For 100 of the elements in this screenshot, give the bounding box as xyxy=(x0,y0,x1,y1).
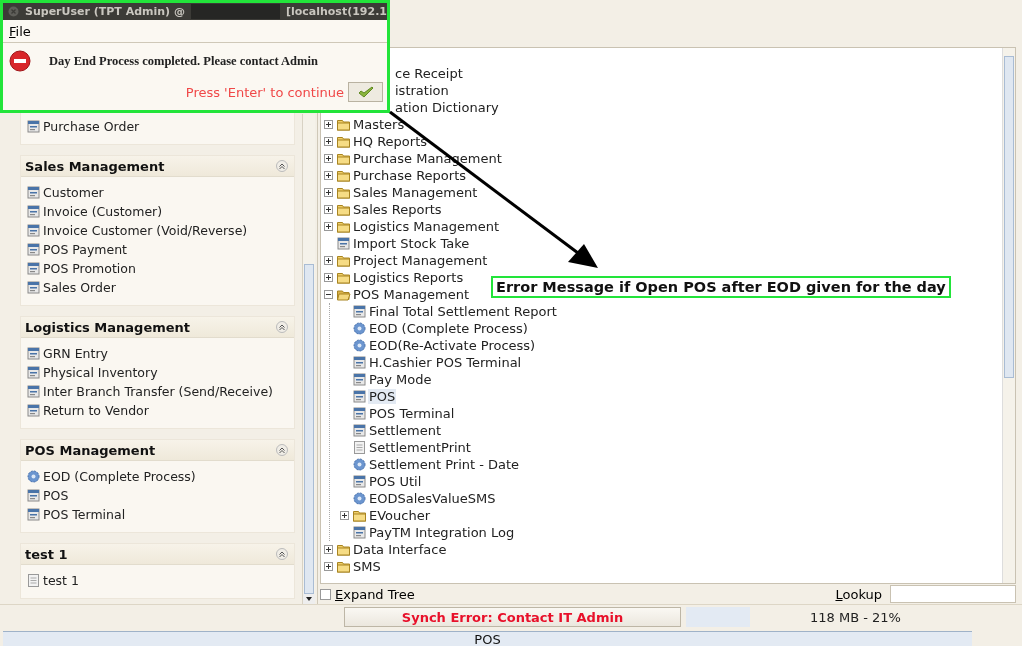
menu-item[interactable]: POS Payment xyxy=(43,242,127,257)
annotation-note: Error Message if Open POS after EOD given for the day xyxy=(491,276,951,298)
document-icon xyxy=(353,441,366,454)
folder-icon xyxy=(337,220,351,233)
form-icon xyxy=(353,475,366,488)
menu-item[interactable]: Invoice (Customer) xyxy=(43,204,163,219)
tree-item[interactable]: EOD(Re-Activate Process) xyxy=(368,338,537,353)
tree-item[interactable]: SMS xyxy=(352,559,382,574)
expand-icon[interactable] xyxy=(324,120,333,129)
form-icon xyxy=(27,404,40,417)
tree-item[interactable]: Settlement xyxy=(368,423,443,438)
tree-item[interactable]: Masters xyxy=(352,117,406,132)
menu-item[interactable]: POS Promotion xyxy=(43,261,136,276)
tree-item[interactable]: POS Terminal xyxy=(368,406,456,421)
scrollbar[interactable] xyxy=(1002,48,1015,583)
tree-item[interactable]: Purchase Reports xyxy=(352,168,468,183)
tree-item[interactable]: POS Management xyxy=(352,287,471,302)
tree-item[interactable]: Logistics Reports xyxy=(352,270,465,285)
menu-item[interactable]: EOD (Complete Process) xyxy=(43,469,196,484)
expand-icon[interactable] xyxy=(340,511,349,520)
expand-icon[interactable] xyxy=(324,205,333,214)
tree-item[interactable]: POS xyxy=(368,389,397,404)
form-icon xyxy=(353,526,366,539)
tree-item[interactable]: istration xyxy=(394,83,450,98)
form-icon xyxy=(27,262,40,275)
menu-item[interactable]: POS xyxy=(43,488,69,503)
tree-item[interactable]: Import Stock Take xyxy=(352,236,471,251)
collapse-icon[interactable] xyxy=(276,444,288,456)
gear-icon xyxy=(27,470,40,483)
section-header[interactable]: test 1 xyxy=(21,544,294,565)
expand-icon[interactable] xyxy=(324,545,333,554)
collapse-icon[interactable] xyxy=(276,160,288,172)
tree-item[interactable]: Pay Mode xyxy=(368,372,433,387)
expand-icon[interactable] xyxy=(324,188,333,197)
expand-icon[interactable] xyxy=(324,222,333,231)
check-icon xyxy=(356,85,375,99)
tree-item[interactable]: PayTM Integration Log xyxy=(368,525,516,540)
tree-item[interactable]: Logistics Management xyxy=(352,219,500,234)
expand-icon[interactable] xyxy=(324,154,333,163)
menu-item[interactable]: File xyxy=(9,23,31,39)
menu-item[interactable]: Purchase Order xyxy=(43,119,140,134)
tree-item[interactable]: EVoucher xyxy=(368,508,432,523)
expand-icon[interactable] xyxy=(324,562,333,571)
form-icon xyxy=(27,205,40,218)
ok-button[interactable] xyxy=(348,82,383,102)
scroll-down-icon[interactable] xyxy=(303,594,315,604)
menu-item[interactable]: POS Terminal xyxy=(43,507,126,522)
expand-icon[interactable] xyxy=(324,273,333,282)
tree-item[interactable]: HQ Reports xyxy=(352,134,428,149)
lookup-field[interactable] xyxy=(890,585,1016,603)
tree-item[interactable]: POS Util xyxy=(368,474,423,489)
section-header[interactable]: Logistics Management xyxy=(21,317,294,338)
tree-item[interactable]: Sales Reports xyxy=(352,202,443,217)
menu-item[interactable]: Inter Branch Transfer (Send/Receive) xyxy=(43,384,273,399)
tree-item[interactable]: Project Management xyxy=(352,253,489,268)
collapse-icon[interactable] xyxy=(324,290,333,299)
menu-item[interactable]: test 1 xyxy=(43,573,79,588)
menu-item[interactable]: Physical Inventory xyxy=(43,365,158,380)
menu-item[interactable]: Invoice Customer (Void/Reverse) xyxy=(43,223,248,238)
tree-item[interactable]: SettlementPrint xyxy=(368,440,472,455)
folder-icon xyxy=(337,118,351,131)
sync-status-button[interactable]: Synch Error: Contact IT Admin xyxy=(344,607,681,627)
tree-item[interactable]: Settlement Print - Date xyxy=(368,457,521,472)
expand-icon[interactable] xyxy=(324,256,333,265)
collapse-icon[interactable] xyxy=(276,548,288,560)
collapse-icon[interactable] xyxy=(276,321,288,333)
scroll-thumb[interactable] xyxy=(1004,56,1014,378)
checkbox-label[interactable]: Expand Tree xyxy=(335,586,415,602)
section-header[interactable]: Sales Management xyxy=(21,156,294,177)
form-icon xyxy=(353,390,366,403)
form-icon xyxy=(353,373,366,386)
folder-icon xyxy=(337,254,351,267)
expand-icon[interactable] xyxy=(324,171,333,180)
tree-item[interactable]: Data Interface xyxy=(352,542,448,557)
gear-icon xyxy=(353,458,366,471)
tree-item[interactable]: EODSalesValueSMS xyxy=(368,491,497,506)
menu-item[interactable]: Customer xyxy=(43,185,104,200)
folder-icon xyxy=(353,509,367,522)
folder-icon xyxy=(337,169,351,182)
scroll-thumb[interactable] xyxy=(304,264,314,594)
form-icon xyxy=(27,366,40,379)
folder-icon xyxy=(337,203,351,216)
menu-item[interactable]: Sales Order xyxy=(43,280,116,295)
tree-item[interactable]: Final Total Settlement Report xyxy=(368,304,558,319)
form-icon xyxy=(27,281,40,294)
form-icon xyxy=(27,489,40,502)
menu-item[interactable]: GRN Entry xyxy=(43,346,108,361)
tree-item[interactable]: ation Dictionary xyxy=(394,100,500,115)
menu-item[interactable]: Return to Vendor xyxy=(43,403,149,418)
tree-item[interactable]: Sales Management xyxy=(352,185,479,200)
section-header[interactable]: POS Management xyxy=(21,440,294,461)
checkbox[interactable] xyxy=(320,588,331,600)
gear-icon xyxy=(353,322,366,335)
form-icon xyxy=(337,237,350,250)
scrollbar[interactable] xyxy=(302,114,315,604)
tree-item[interactable]: ce Receipt xyxy=(394,66,464,81)
tree-item[interactable]: H.Cashier POS Terminal xyxy=(368,355,523,370)
expand-icon[interactable] xyxy=(324,137,333,146)
gear-icon xyxy=(353,492,366,505)
tree-item[interactable]: EOD (Complete Process) xyxy=(368,321,529,336)
